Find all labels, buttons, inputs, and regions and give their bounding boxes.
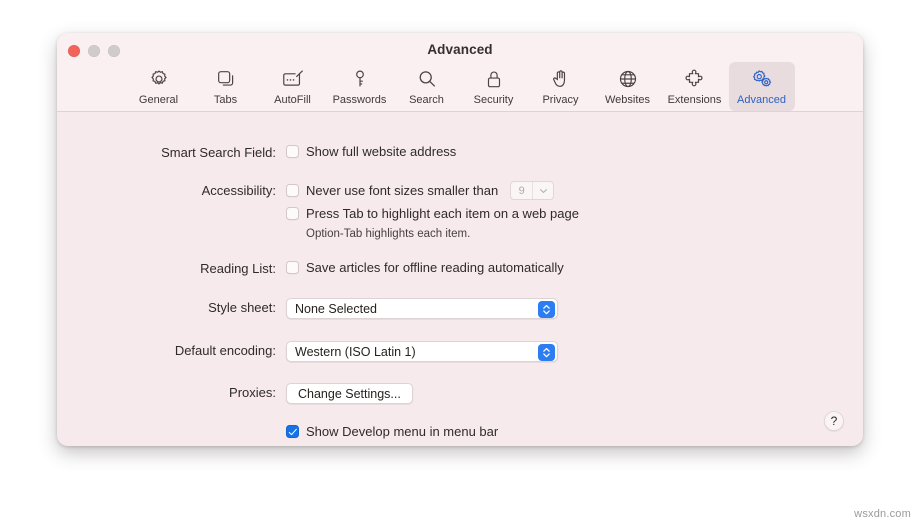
tab-privacy-label: Privacy bbox=[542, 94, 579, 106]
row-default-encoding: Default encoding: Western (ISO Latin 1) bbox=[140, 341, 558, 362]
tab-tabs[interactable]: Tabs bbox=[193, 62, 259, 111]
save-articles-offline-label: Save articles for offline reading automa… bbox=[306, 260, 564, 275]
tab-tabs-label: Tabs bbox=[213, 94, 238, 106]
change-settings-button[interactable]: Change Settings... bbox=[286, 383, 413, 404]
minimum-font-size-value: 9 bbox=[518, 184, 525, 197]
tab-advanced-label: Advanced bbox=[737, 94, 786, 106]
chevron-up-down-icon bbox=[538, 301, 555, 318]
chevron-up-down-icon bbox=[538, 344, 555, 361]
style-sheet-value: None Selected bbox=[295, 301, 378, 316]
minimum-font-size-select[interactable]: 9 bbox=[510, 181, 555, 200]
tab-security[interactable]: Security bbox=[461, 62, 527, 111]
never-use-font-sizes-checkbox[interactable] bbox=[286, 184, 299, 197]
proxies-label: Proxies: bbox=[229, 385, 276, 400]
tab-advanced[interactable]: Advanced bbox=[728, 62, 795, 111]
row-develop-menu: Show Develop menu in menu bar bbox=[286, 423, 498, 440]
tab-passwords[interactable]: Passwords bbox=[327, 62, 393, 111]
show-develop-menu-row[interactable]: Show Develop menu in menu bar bbox=[286, 423, 498, 440]
tab-extensions-label: Extensions bbox=[667, 94, 722, 106]
style-sheet-select[interactable]: None Selected bbox=[286, 298, 558, 319]
press-tab-highlight-label: Press Tab to highlight each item on a we… bbox=[306, 206, 579, 221]
show-develop-menu-checkbox[interactable] bbox=[286, 425, 299, 438]
row-style-sheet: Style sheet: None Selected bbox=[140, 298, 558, 319]
tab-extensions[interactable]: Extensions bbox=[662, 62, 728, 111]
save-articles-offline-row[interactable]: Save articles for offline reading automa… bbox=[286, 259, 564, 276]
preferences-window: Advanced General Tabs AutoFill Passwords… bbox=[57, 33, 863, 446]
window-titlebar: Advanced General Tabs AutoFill Passwords… bbox=[57, 33, 863, 112]
show-full-website-address-checkbox[interactable] bbox=[286, 145, 299, 158]
gear-icon bbox=[148, 67, 170, 91]
never-use-font-sizes-row[interactable]: Never use font sizes smaller than 9 bbox=[286, 181, 579, 200]
tab-autofill-label: AutoFill bbox=[274, 94, 311, 106]
hand-icon bbox=[550, 67, 572, 91]
default-encoding-label: Default encoding: bbox=[174, 343, 276, 358]
tab-search[interactable]: Search bbox=[394, 62, 460, 111]
window-title: Advanced bbox=[427, 42, 493, 57]
row-accessibility: Accessibility: Never use font sizes smal… bbox=[140, 181, 579, 242]
row-proxies: Proxies: Change Settings... bbox=[140, 383, 413, 404]
tabs-icon bbox=[215, 67, 237, 91]
reading-list-label: Reading List: bbox=[200, 261, 276, 276]
tab-security-label: Security bbox=[473, 94, 514, 106]
smart-search-field-label: Smart Search Field: bbox=[161, 145, 276, 160]
show-full-website-address-row[interactable]: Show full website address bbox=[286, 143, 456, 160]
double-gear-icon bbox=[750, 67, 774, 91]
autofill-icon bbox=[281, 67, 305, 91]
puzzle-icon bbox=[683, 67, 707, 91]
save-articles-offline-checkbox[interactable] bbox=[286, 261, 299, 274]
row-smart-search-field: Smart Search Field: Show full website ad… bbox=[140, 143, 456, 161]
magnifier-icon bbox=[416, 67, 438, 91]
option-tab-hint: Option-Tab highlights each item. bbox=[306, 228, 471, 240]
press-tab-highlight-row[interactable]: Press Tab to highlight each item on a we… bbox=[286, 205, 579, 222]
tab-search-label: Search bbox=[409, 94, 444, 106]
watermark: wsxdn.com bbox=[854, 508, 911, 520]
never-use-font-sizes-label: Never use font sizes smaller than bbox=[306, 183, 499, 198]
press-tab-highlight-checkbox[interactable] bbox=[286, 207, 299, 220]
default-encoding-value: Western (ISO Latin 1) bbox=[295, 344, 416, 359]
key-icon bbox=[349, 67, 371, 91]
tab-passwords-label: Passwords bbox=[332, 94, 387, 106]
globe-icon bbox=[617, 67, 639, 91]
tab-general[interactable]: General bbox=[126, 62, 192, 111]
style-sheet-label: Style sheet: bbox=[208, 300, 276, 315]
default-encoding-select[interactable]: Western (ISO Latin 1) bbox=[286, 341, 558, 362]
tab-autofill[interactable]: AutoFill bbox=[260, 62, 326, 111]
help-button[interactable]: ? bbox=[824, 411, 844, 431]
tab-privacy[interactable]: Privacy bbox=[528, 62, 594, 111]
show-full-website-address-label: Show full website address bbox=[306, 144, 457, 159]
tab-websites[interactable]: Websites bbox=[595, 62, 661, 111]
tab-websites-label: Websites bbox=[604, 94, 651, 106]
preferences-toolbar: General Tabs AutoFill Passwords Search S… bbox=[57, 62, 863, 111]
show-develop-menu-label: Show Develop menu in menu bar bbox=[306, 424, 499, 439]
chevron-down-icon bbox=[532, 182, 553, 199]
lock-icon bbox=[483, 67, 505, 91]
tab-general-label: General bbox=[138, 94, 179, 106]
accessibility-label: Accessibility: bbox=[201, 183, 276, 198]
row-reading-list: Reading List: Save articles for offline … bbox=[140, 259, 564, 277]
advanced-settings-panel: Smart Search Field: Show full website ad… bbox=[57, 112, 863, 446]
